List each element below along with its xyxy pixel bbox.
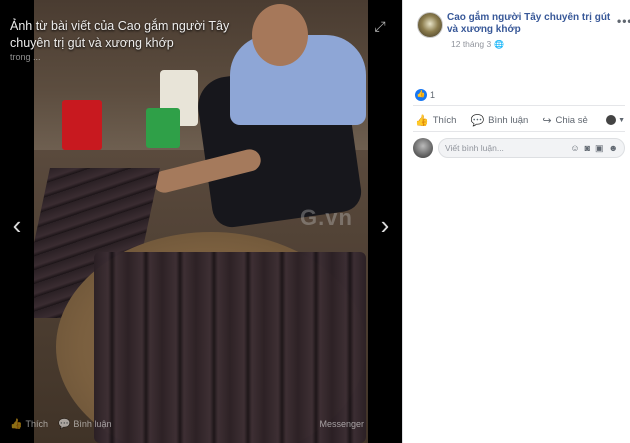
post-meta: 12 tháng 3 🌐: [451, 39, 504, 49]
more-options-button[interactable]: •••: [617, 14, 630, 28]
viewer-messenger-label: Messenger: [319, 419, 364, 429]
comment-placeholder: Viết bình luận...: [445, 143, 504, 153]
like-button[interactable]: 👍 Thích: [415, 114, 456, 127]
viewer-comment-label: Bình luận: [73, 419, 112, 429]
share-arrow-icon: ↪: [542, 114, 552, 127]
photo-caption-sub: trong ...: [10, 52, 41, 62]
post-author[interactable]: Cao gắm người Tây chuyên trị gút và xươn…: [447, 12, 617, 36]
post-header: Cao gắm người Tây chuyên trị gút và xươn…: [413, 10, 630, 50]
photo-caption[interactable]: Ảnh từ bài viết của Cao gắm người Tây ch…: [10, 18, 250, 52]
sticker-icon[interactable]: ☻: [609, 143, 618, 154]
reaction-summary[interactable]: 👍 1: [415, 89, 435, 101]
reaction-count: 1: [430, 90, 436, 100]
comment-input[interactable]: Viết bình luận... ☺ ◙ ▣ ☻: [438, 138, 625, 158]
viewer-like-button[interactable]: 👍 Thích: [10, 419, 48, 430]
chevron-down-icon: ▼: [618, 116, 625, 124]
thumbs-up-icon: 👍: [415, 114, 429, 127]
like-reaction-icon: 👍: [415, 89, 427, 101]
post-photo[interactable]: G.vn: [34, 0, 368, 443]
avatar: [606, 115, 617, 125]
like-label: Thích: [432, 114, 457, 126]
divider: [413, 105, 625, 106]
comment-input-icons: ☺ ◙ ▣ ☻: [565, 143, 618, 154]
emoji-icon[interactable]: ☺: [570, 143, 579, 154]
camera-icon[interactable]: ◙: [585, 143, 590, 154]
previous-photo-button[interactable]: ‹: [6, 210, 28, 240]
share-label: Chia sẻ: [555, 114, 588, 126]
photo-red-bucket: [62, 100, 102, 150]
photo-viewer: G.vn Ảnh từ bài viết của Cao gắm người T…: [0, 0, 402, 443]
comment-label: Bình luận: [488, 114, 529, 126]
viewer-messenger-button[interactable]: Messenger: [319, 419, 364, 429]
next-photo-button[interactable]: ›: [374, 210, 396, 240]
page-avatar[interactable]: [417, 12, 443, 38]
comment-button[interactable]: 💬 Bình luận: [470, 114, 528, 127]
divider: [413, 131, 625, 132]
comment-composer: Viết bình luận... ☺ ◙ ▣ ☻: [413, 137, 625, 159]
speech-bubble-icon: 💬: [57, 418, 71, 430]
viewer-action-bar: 👍 Thích 💬 Bình luận Messenger: [0, 414, 402, 434]
speech-bubble-icon: 💬: [470, 114, 485, 127]
post-sidebar: Cao gắm người Tây chuyên trị gút và xươn…: [402, 0, 630, 443]
photo-lightbox: G.vn Ảnh từ bài viết của Cao gắm người T…: [0, 0, 630, 443]
user-avatar: [413, 138, 433, 158]
share-button[interactable]: ↪ Chia sẻ: [542, 114, 587, 127]
photo-person-head: [252, 4, 308, 66]
photo-watermark: G.vn: [300, 205, 353, 230]
thumbs-up-icon: 👍: [10, 418, 23, 430]
photo-scale: [146, 108, 180, 148]
post-timestamp[interactable]: 12 tháng 3: [451, 39, 491, 49]
post-as-selector[interactable]: ▼: [606, 115, 625, 125]
post-action-bar: 👍 Thích 💬 Bình luận ↪ Chia sẻ ▼: [415, 111, 625, 129]
viewer-comment-button[interactable]: 💬 Bình luận: [58, 419, 111, 430]
gif-icon[interactable]: ▣: [595, 143, 604, 154]
viewer-like-label: Thích: [25, 419, 48, 429]
globe-icon: 🌐: [494, 39, 505, 49]
expand-icon[interactable]: ⤢: [372, 18, 388, 34]
